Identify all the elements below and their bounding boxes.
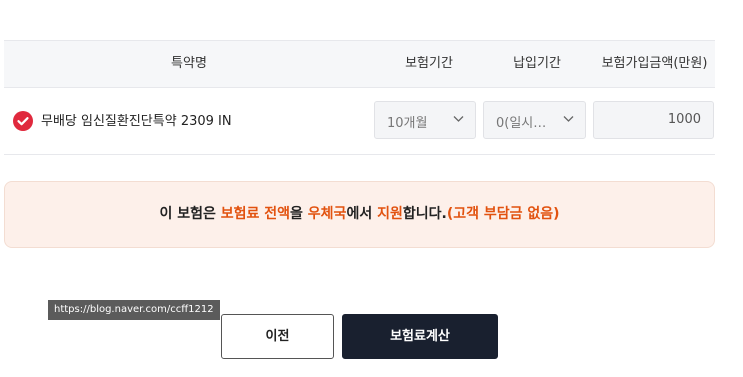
insurance-period-value: 10개월 (387, 116, 428, 131)
header-payment-period: 납입기간 (513, 56, 561, 71)
header-rider-name: 특약명 (171, 56, 207, 71)
support-notice: 이 보험은 보험료 전액을 우체국에서 지원합니다.(고객 부담금 없음) (4, 181, 715, 248)
link-url-tooltip: https://blog.naver.com/ccff1212 (48, 300, 220, 320)
notice-highlight-postoffice: 우체국 (307, 206, 347, 222)
chevron-down-icon (453, 116, 464, 122)
calculate-premium-button[interactable]: 보험료계산 (342, 314, 498, 359)
notice-highlight-support: 지원 (377, 206, 403, 222)
notice-text-4: 합니다. (402, 206, 447, 222)
coverage-amount-field[interactable]: 1000 (593, 101, 714, 139)
payment-period-select[interactable]: 0(일시… (483, 101, 586, 139)
notice-highlight-no-cost: (고객 부담금 없음) (446, 206, 560, 222)
notice-text-2: 을 (290, 206, 308, 222)
notice-text-1: 이 보험은 (159, 206, 221, 222)
header-coverage-amount: 보험가입금액(만원) (601, 56, 708, 71)
payment-period-value: 0(일시… (496, 116, 547, 131)
rider-table-header: 특약명 보험기간 납입기간 보험가입금액(만원) (4, 40, 715, 88)
header-insurance-period: 보험기간 (405, 56, 453, 71)
table-row: 무배당 임신질환진단특약 2309 IN 10개월 0(일시… 1000 (4, 87, 715, 155)
rider-name: 무배당 임신질환진단특약 2309 IN (41, 114, 232, 129)
prev-button[interactable]: 이전 (221, 314, 334, 359)
check-icon[interactable] (13, 111, 33, 131)
notice-text-3: 에서 (346, 206, 378, 222)
insurance-period-select[interactable]: 10개월 (374, 101, 476, 139)
chevron-down-icon (563, 116, 574, 122)
notice-highlight-premium: 보험료 전액 (220, 206, 291, 222)
